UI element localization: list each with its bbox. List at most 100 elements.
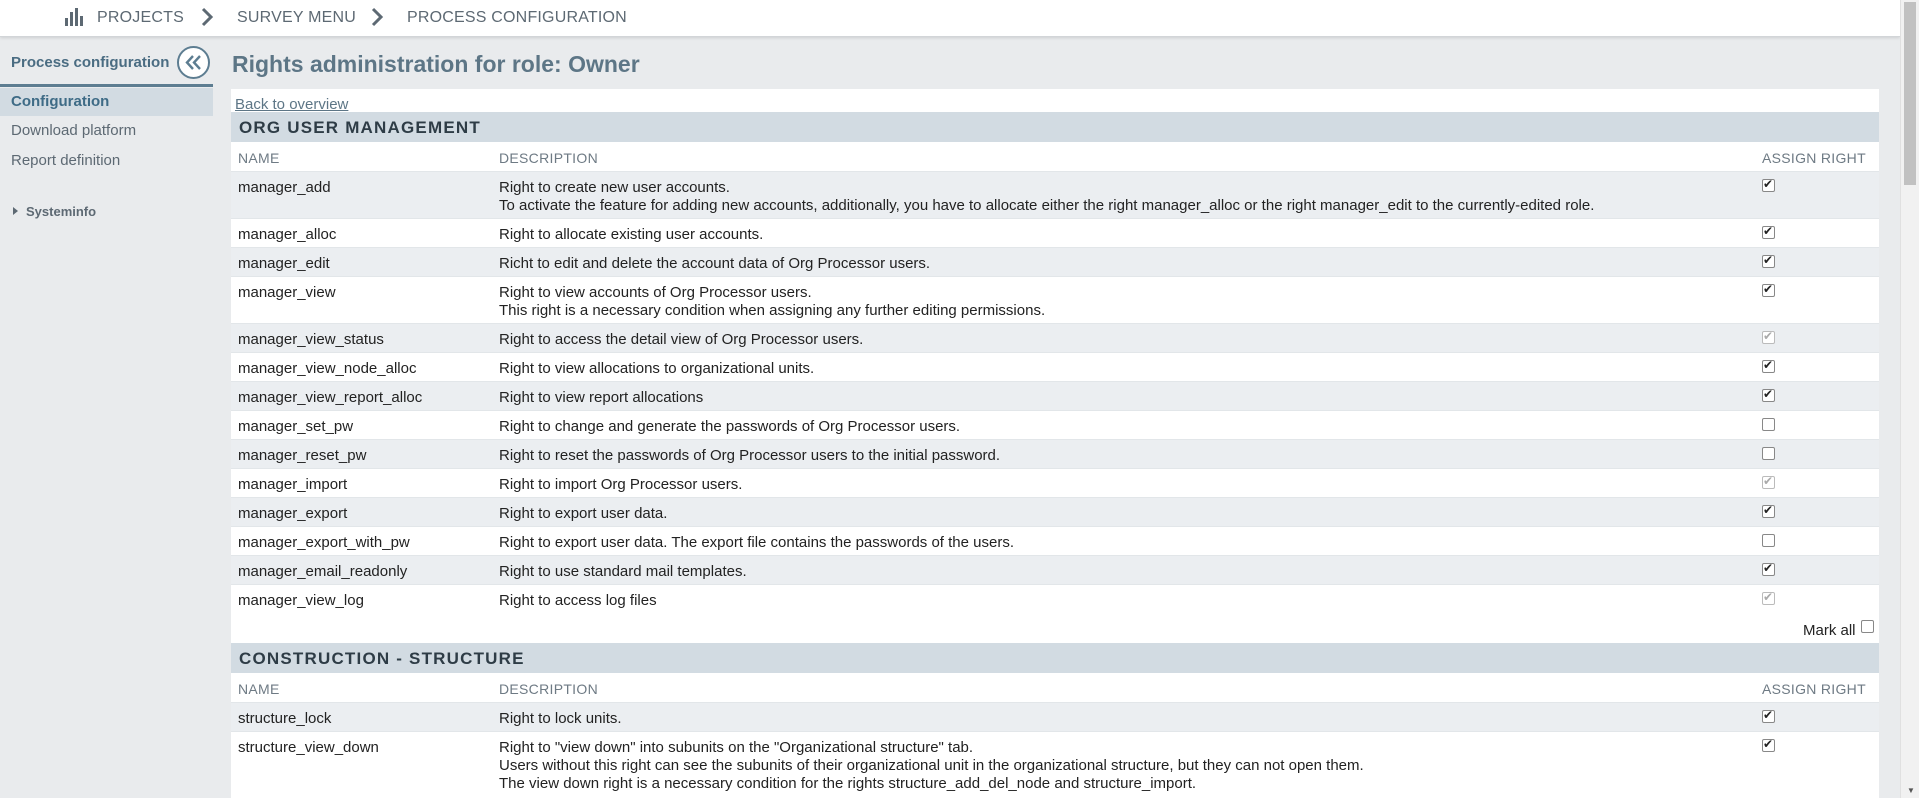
assign-right-checkbox[interactable] xyxy=(1762,447,1775,460)
double-chevron-left-icon xyxy=(185,55,201,70)
scrollbar-thumb[interactable] xyxy=(1904,2,1916,185)
right-name: structure_view_down xyxy=(238,739,379,756)
assign-right-checkbox[interactable] xyxy=(1762,418,1775,431)
column-header-name: NAME xyxy=(238,681,280,697)
sidebar-item-report-definition[interactable]: Report definition xyxy=(0,147,213,175)
assign-right-checkbox[interactable] xyxy=(1762,737,1775,752)
table-row: manager_reset_pw Right to reset the passw… xyxy=(231,439,1879,469)
right-description: Right to view accounts of Org Processor … xyxy=(499,284,1046,319)
right-description: Right to import Org Processor users. xyxy=(499,476,743,493)
right-name: manager_import xyxy=(238,476,348,493)
table-row: manager_set_pw Right to change and genera… xyxy=(231,410,1879,440)
right-description: Right to "view down" into subunits on th… xyxy=(499,739,1364,792)
right-description: Right to export user data. xyxy=(499,505,668,522)
right-name: manager_edit xyxy=(238,255,330,272)
assign-right-checkbox xyxy=(1762,329,1775,344)
right-description: Right to allocate existing user accounts… xyxy=(499,226,764,243)
rights-panel: Back to overview ORG USER MANAGEMENT NAME… xyxy=(231,89,1879,798)
right-name: manager_email_readonly xyxy=(238,563,408,580)
right-name: manager_view_node_alloc xyxy=(238,360,417,377)
right-description: Right to export user data. The export fi… xyxy=(499,534,1015,551)
sidebar-title-underline xyxy=(0,84,213,87)
assign-right-checkbox xyxy=(1762,474,1775,489)
table-row: manager_view_node_alloc Right to view all… xyxy=(231,352,1879,382)
right-name: manager_set_pw xyxy=(238,418,354,435)
right-description: Right to access the detail view of Org P… xyxy=(499,331,864,348)
right-name: manager_view_status xyxy=(238,331,384,348)
breadcrumb-survey-menu[interactable]: SURVEY MENU xyxy=(237,9,356,27)
right-name: manager_alloc xyxy=(238,226,337,243)
table-row: manager_export Right to export user data. xyxy=(231,497,1879,527)
systeminfo-label: Systeminfo xyxy=(26,204,97,219)
table-row: manager_view_report_alloc Right to view r… xyxy=(231,381,1879,411)
table-row: manager_import Right to import Org Proces… xyxy=(231,468,1879,498)
right-description: Right to access log files xyxy=(499,592,657,609)
column-header-row: NAME DESCRIPTION ASSIGN RIGHT xyxy=(231,142,1879,171)
table-row: manager_edit Richt to edit and delete the… xyxy=(231,247,1879,277)
sidebar-item-label: Configuration xyxy=(11,93,110,110)
right-name: manager_export_with_pw xyxy=(238,534,410,551)
right-name: manager_view_log xyxy=(238,592,364,609)
sidebar-item-configuration[interactable]: Configuration xyxy=(0,88,213,116)
table-row: manager_view_status Right to access the d… xyxy=(231,323,1879,353)
back-to-overview-link[interactable]: Back to overview xyxy=(235,96,348,113)
right-description: Richt to edit and delete the account dat… xyxy=(499,255,931,272)
assign-right-checkbox[interactable] xyxy=(1762,358,1775,373)
mark-all-label: Mark all xyxy=(1803,622,1856,639)
breadcrumb-process-configuration[interactable]: PROCESS CONFIGURATION xyxy=(407,9,627,27)
section-title: ORG USER MANAGEMENT xyxy=(239,118,481,137)
table-row: manager_view_log Right to access log file… xyxy=(231,584,1879,614)
column-header-row: NAME DESCRIPTION ASSIGN RIGHT xyxy=(231,673,1879,702)
section-header: CONSTRUCTION - STRUCTURE xyxy=(231,643,1879,673)
breadcrumb-projects[interactable]: PROJECTS xyxy=(97,9,184,27)
assign-right-checkbox[interactable] xyxy=(1762,253,1775,268)
top-navigation-bar: PROJECTS SURVEY MENU PROCESS CONFIGURATI… xyxy=(0,0,1900,37)
right-description: Right to use standard mail templates. xyxy=(499,563,747,580)
assign-right-checkbox[interactable] xyxy=(1762,561,1775,576)
sidebar-item-systeminfo[interactable]: Systeminfo xyxy=(13,204,96,219)
column-header-assign-right: ASSIGN RIGHT xyxy=(1762,681,1866,697)
right-description: Right to view allocations to organizatio… xyxy=(499,360,815,377)
table-row: structure_lock Right to lock units. xyxy=(231,702,1879,732)
right-name: manager_view xyxy=(238,284,336,301)
right-name: manager_reset_pw xyxy=(238,447,367,464)
right-description: Right to view report allocations xyxy=(499,389,704,406)
assign-right-checkbox xyxy=(1762,590,1775,605)
table-row: manager_email_readonly Right to use stand… xyxy=(231,555,1879,585)
column-header-name: NAME xyxy=(238,150,280,166)
right-description: Right to lock units. xyxy=(499,710,622,727)
right-description: Right to change and generate the passwor… xyxy=(499,418,961,435)
sidebar-title: Process configuration xyxy=(11,54,170,71)
right-description: Right to create new user accounts. To ac… xyxy=(499,179,1595,214)
chevron-right-icon xyxy=(370,6,384,33)
section-title: CONSTRUCTION - STRUCTURE xyxy=(239,649,525,668)
page-scrollbar[interactable]: ▼ xyxy=(1900,0,1919,798)
table-row: manager_alloc Right to allocate existing … xyxy=(231,218,1879,248)
assign-right-checkbox[interactable] xyxy=(1762,282,1775,297)
assign-right-checkbox[interactable] xyxy=(1762,708,1775,723)
right-name: structure_lock xyxy=(238,710,332,727)
scroll-down-arrow-icon[interactable]: ▼ xyxy=(1907,786,1915,795)
right-name: manager_export xyxy=(238,505,348,522)
table-row: manager_add Right to create new user acco… xyxy=(231,171,1879,219)
assign-right-checkbox[interactable] xyxy=(1762,177,1775,192)
right-name: manager_view_report_alloc xyxy=(238,389,423,406)
right-name: manager_add xyxy=(238,179,331,196)
bar-chart-icon[interactable] xyxy=(65,8,83,31)
table-row: structure_view_down Right to "view down" … xyxy=(231,731,1879,798)
sidebar-item-label: Report definition xyxy=(11,152,121,169)
right-description: Right to reset the passwords of Org Proc… xyxy=(499,447,1001,464)
column-header-description: DESCRIPTION xyxy=(499,681,598,697)
table-row: manager_view Right to view accounts of Or… xyxy=(231,276,1879,324)
assign-right-checkbox[interactable] xyxy=(1762,534,1775,547)
page-title: Rights administration for role: Owner xyxy=(232,51,640,77)
collapse-sidebar-button[interactable] xyxy=(177,46,210,79)
caret-right-icon xyxy=(13,207,18,215)
assign-right-checkbox[interactable] xyxy=(1762,503,1775,518)
mark-all-checkbox[interactable] xyxy=(1861,620,1874,633)
sidebar-item-label: Download platform xyxy=(11,122,137,139)
assign-right-checkbox[interactable] xyxy=(1762,224,1775,239)
chevron-right-icon xyxy=(200,6,214,33)
sidebar-item-download-platform[interactable]: Download platform xyxy=(0,117,213,145)
assign-right-checkbox[interactable] xyxy=(1762,387,1775,402)
